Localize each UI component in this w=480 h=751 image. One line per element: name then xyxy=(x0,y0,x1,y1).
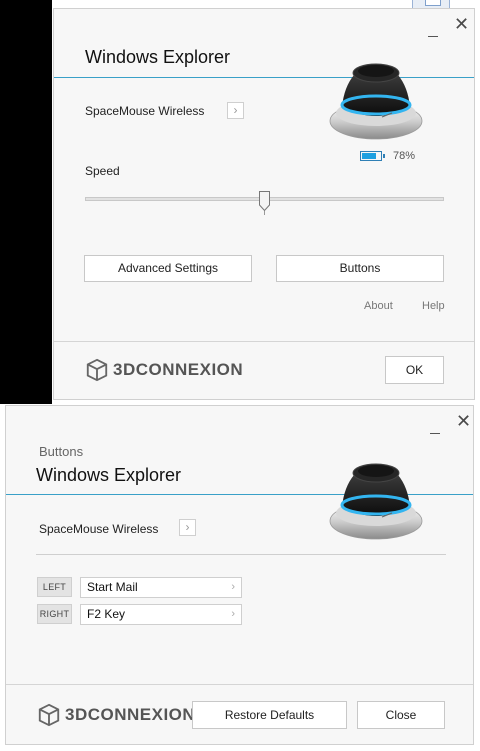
speed-slider-thumb[interactable] xyxy=(259,191,270,211)
device-label: SpaceMouse Wireless xyxy=(85,104,205,118)
device-selector-button[interactable]: › xyxy=(227,102,244,119)
ok-button[interactable]: OK xyxy=(385,356,444,384)
right-button-tag: RIGHT xyxy=(37,604,72,624)
device-label: SpaceMouse Wireless xyxy=(39,522,159,536)
background-window-edge xyxy=(0,0,52,404)
help-link[interactable]: Help xyxy=(422,300,445,312)
close-icon[interactable]: ✕ xyxy=(456,412,471,430)
chevron-right-icon: › xyxy=(185,520,190,534)
buttons-window: ✕ Buttons Windows Explorer SpaceMouse Wi… xyxy=(5,405,474,745)
speed-label: Speed xyxy=(85,164,120,178)
brand-wordmark: 3DCONNEXION xyxy=(65,705,196,724)
window-title: Windows Explorer xyxy=(36,465,182,485)
spacemouse-device-icon xyxy=(326,451,426,543)
assignment-value: F2 Key xyxy=(87,607,126,621)
device-selector-button[interactable]: › xyxy=(179,519,196,536)
close-icon[interactable]: ✕ xyxy=(454,15,469,33)
minimize-icon[interactable] xyxy=(428,29,438,37)
window-caption: Buttons xyxy=(39,444,84,459)
footer-divider xyxy=(6,684,473,685)
3dconnexion-logo: 3DCONNEXION xyxy=(85,358,243,382)
footer-divider xyxy=(54,341,474,342)
advanced-settings-button[interactable]: Advanced Settings xyxy=(84,255,252,282)
battery-percent: 78% xyxy=(393,150,416,162)
settings-window: ✕ Windows Explorer SpaceMouse Wireless ›… xyxy=(53,8,475,400)
assignment-value: Start Mail xyxy=(87,580,138,594)
battery-icon xyxy=(360,151,385,161)
left-button-assignment[interactable]: Start Mail › xyxy=(80,577,242,598)
right-button-assignment[interactable]: F2 Key › xyxy=(80,604,242,625)
3dconnexion-logo: 3DCONNEXION xyxy=(37,703,195,727)
minimize-icon[interactable] xyxy=(430,426,440,434)
3dconnexion-logo-icon xyxy=(85,358,109,382)
chevron-right-icon: › xyxy=(231,581,235,593)
battery-level-fill xyxy=(362,153,377,159)
chevron-right-icon: › xyxy=(231,608,235,620)
close-button[interactable]: Close xyxy=(357,701,445,729)
spacemouse-device-icon xyxy=(326,51,426,143)
restore-defaults-button[interactable]: Restore Defaults xyxy=(192,701,347,729)
about-link[interactable]: About xyxy=(364,300,393,312)
left-button-tag: LEFT xyxy=(37,577,72,597)
brand-wordmark: 3DCONNEXION xyxy=(113,360,244,379)
3dconnexion-logo-icon xyxy=(37,703,61,727)
buttons-button[interactable]: Buttons xyxy=(276,255,444,282)
window-title: Windows Explorer xyxy=(85,47,231,67)
chevron-right-icon: › xyxy=(233,103,238,117)
section-divider xyxy=(36,554,446,555)
speed-slider-tick xyxy=(264,211,265,215)
